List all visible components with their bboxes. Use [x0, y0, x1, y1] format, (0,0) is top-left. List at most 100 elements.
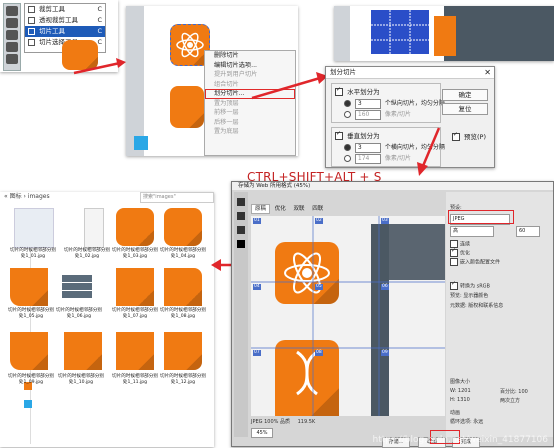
- horizontal-group: 水平划分为 3 个纵向切片，均匀分隔 160 像素/切片: [331, 83, 445, 123]
- h-px-input[interactable]: 160: [354, 109, 381, 120]
- file-name[interactable]: 切片的时候相邻部分别处1_04.jpg: [160, 248, 206, 259]
- slice-label[interactable]: 01: [253, 218, 261, 224]
- embed-profile-checkbox[interactable]: [450, 258, 458, 266]
- slice-label[interactable]: 06: [381, 284, 389, 290]
- slice-select-tool-icon[interactable]: [237, 212, 245, 220]
- slate-background: [444, 6, 554, 61]
- optimized-checkbox[interactable]: [450, 247, 458, 257]
- file-name[interactable]: 切片的时候相邻部分别处1_08.jpg: [160, 308, 206, 319]
- slice-label[interactable]: 05: [315, 284, 323, 290]
- image-size-heading: 图像大小: [450, 379, 471, 385]
- arrow-2-icon: [251, 72, 328, 100]
- file-name[interactable]: 切片的时候相邻部分别处1_10.jpg: [58, 374, 104, 385]
- menu-item-bring-forward[interactable]: 前移一层: [205, 108, 295, 118]
- perspective-crop-icon: [28, 17, 35, 24]
- orange-edge: [434, 16, 456, 56]
- file-name[interactable]: 切片的时候相邻部分别处1_11.jpg: [112, 374, 158, 385]
- file-name[interactable]: 切片的时候相邻部分别处1_09.jpg: [8, 374, 54, 385]
- file-name[interactable]: 切片的时候相邻部分别处1_06.jpg: [56, 308, 102, 319]
- width-value[interactable]: W: 1201: [450, 388, 471, 394]
- percent-value[interactable]: 百分比: 100: [500, 388, 528, 395]
- thumbnail-11[interactable]: [116, 332, 154, 370]
- move-tool-icon[interactable]: [6, 6, 18, 16]
- file-name[interactable]: 切片的时候相邻部分别处1_03.jpg: [112, 248, 158, 259]
- zoom-select[interactable]: 45%: [251, 428, 273, 438]
- view-tabs: 原稿 优化 双联 四联: [251, 204, 326, 214]
- metadata-label[interactable]: 元数据: 版权和联系信息: [450, 302, 503, 309]
- srgb-checkbox[interactable]: [450, 280, 458, 290]
- thumbnail-09[interactable]: [10, 332, 48, 370]
- tab-4up[interactable]: 四联: [309, 205, 326, 213]
- eyedropper-color-icon[interactable]: [237, 240, 245, 248]
- thumbnail-10[interactable]: [64, 332, 102, 370]
- v-px-input[interactable]: 174: [354, 153, 381, 164]
- slice-select-icon: [28, 39, 35, 46]
- thumbnail-06[interactable]: [62, 274, 92, 304]
- preview-checkbox[interactable]: [451, 131, 460, 141]
- flyout-item-perspective-crop[interactable]: 透视裁剪工具 C: [25, 15, 105, 26]
- thumbnail-01[interactable]: [14, 208, 54, 248]
- vertical-checkbox[interactable]: [335, 130, 343, 140]
- format-highlight: [448, 210, 514, 224]
- animation-heading: 动画: [450, 410, 461, 416]
- dialog-title: 划分切片: [326, 67, 494, 79]
- file-name[interactable]: 切片的时候相邻部分别处1_01.jpg: [10, 248, 56, 259]
- lasso-tool-icon[interactable]: [6, 30, 18, 40]
- tab-2up[interactable]: 双联: [291, 205, 308, 213]
- thumbnail-08[interactable]: [164, 268, 202, 306]
- h-px-radio[interactable]: [344, 111, 351, 118]
- sliced-preview-panel: [334, 6, 554, 61]
- close-icon[interactable]: ✕: [484, 68, 491, 77]
- menu-item-send-backward[interactable]: 后移一层: [205, 118, 295, 128]
- optimize-settings-panel: 预设: JPEG 高 60 连续 优化 嵌入颜色配置文件 转换为 sRGB 预览…: [446, 192, 553, 437]
- eyedropper-tool-icon[interactable]: [6, 54, 18, 64]
- color-swatch[interactable]: [134, 136, 148, 150]
- v-count-input[interactable]: 3: [354, 142, 381, 153]
- thumbnail-02[interactable]: [84, 208, 104, 248]
- file-name[interactable]: 切片的时候相邻部分别处1_07.jpg: [112, 308, 158, 319]
- slice-label[interactable]: 03: [381, 218, 389, 224]
- v-count-radio[interactable]: [344, 144, 351, 151]
- slice-label[interactable]: 04: [253, 284, 261, 290]
- search-box[interactable]: 搜索"images": [140, 192, 214, 203]
- menu-item-send-to-back[interactable]: 置为底层: [205, 127, 295, 137]
- thumbnail-07[interactable]: [116, 268, 154, 306]
- slice-label[interactable]: 07: [253, 350, 261, 356]
- thumbnail-03[interactable]: [116, 208, 154, 246]
- hand-tool-icon[interactable]: [237, 198, 245, 206]
- file-name[interactable]: 切片的时候相邻部分别处1_02.jpg: [64, 248, 110, 259]
- marquee-tool-icon[interactable]: [6, 18, 18, 28]
- menu-item-delete-slice[interactable]: 删除切片: [205, 51, 295, 61]
- quality-input[interactable]: 60: [516, 226, 540, 237]
- loop-value[interactable]: 循环选项: 永远: [450, 418, 483, 425]
- quality-select[interactable]: 高: [450, 226, 494, 237]
- tab-original[interactable]: 原稿: [251, 204, 271, 214]
- ok-button[interactable]: 确定: [442, 89, 488, 101]
- slice-label[interactable]: 08: [315, 350, 323, 356]
- height-value[interactable]: H: 1310: [450, 397, 470, 403]
- watermark: https://blog.csdn.net/weixin_41877106: [372, 435, 548, 445]
- slice-label[interactable]: 02: [315, 218, 323, 224]
- flyout-item-slice[interactable]: 切片工具 C: [25, 26, 105, 37]
- sfw-title: 存储为 Web 所用格式 (45%): [232, 182, 553, 190]
- file-name[interactable]: 切片的时候相邻部分别处1_05.jpg: [8, 308, 54, 319]
- reset-button[interactable]: 复位: [442, 103, 488, 115]
- thumbnail-05[interactable]: [10, 268, 48, 306]
- v-px-radio[interactable]: [344, 155, 351, 162]
- flyout-item-crop[interactable]: 裁剪工具 C: [25, 4, 105, 15]
- horizontal-checkbox[interactable]: [335, 86, 343, 96]
- slice-grid-preview: [370, 9, 430, 55]
- h-count-input[interactable]: 3: [354, 98, 381, 109]
- slice-label[interactable]: 09: [381, 350, 389, 356]
- tab-optimized[interactable]: 优化: [272, 205, 289, 213]
- file-name[interactable]: 切片的时候相邻部分别处1_12.jpg: [160, 374, 206, 385]
- sfw-preview-canvas: 01 02 03 04 05 06 07 08 09: [251, 216, 445, 416]
- crop-tool-icon[interactable]: [6, 42, 18, 52]
- preview-label[interactable]: 预览: 显示器颜色: [450, 292, 488, 299]
- zoom-tool-icon[interactable]: [237, 226, 245, 234]
- h-count-radio[interactable]: [344, 100, 351, 107]
- slice-grid-overlay: [251, 216, 445, 416]
- thumbnail-12[interactable]: [164, 332, 202, 370]
- resample-value[interactable]: 两次立方: [500, 397, 520, 404]
- thumbnail-04[interactable]: [164, 208, 202, 246]
